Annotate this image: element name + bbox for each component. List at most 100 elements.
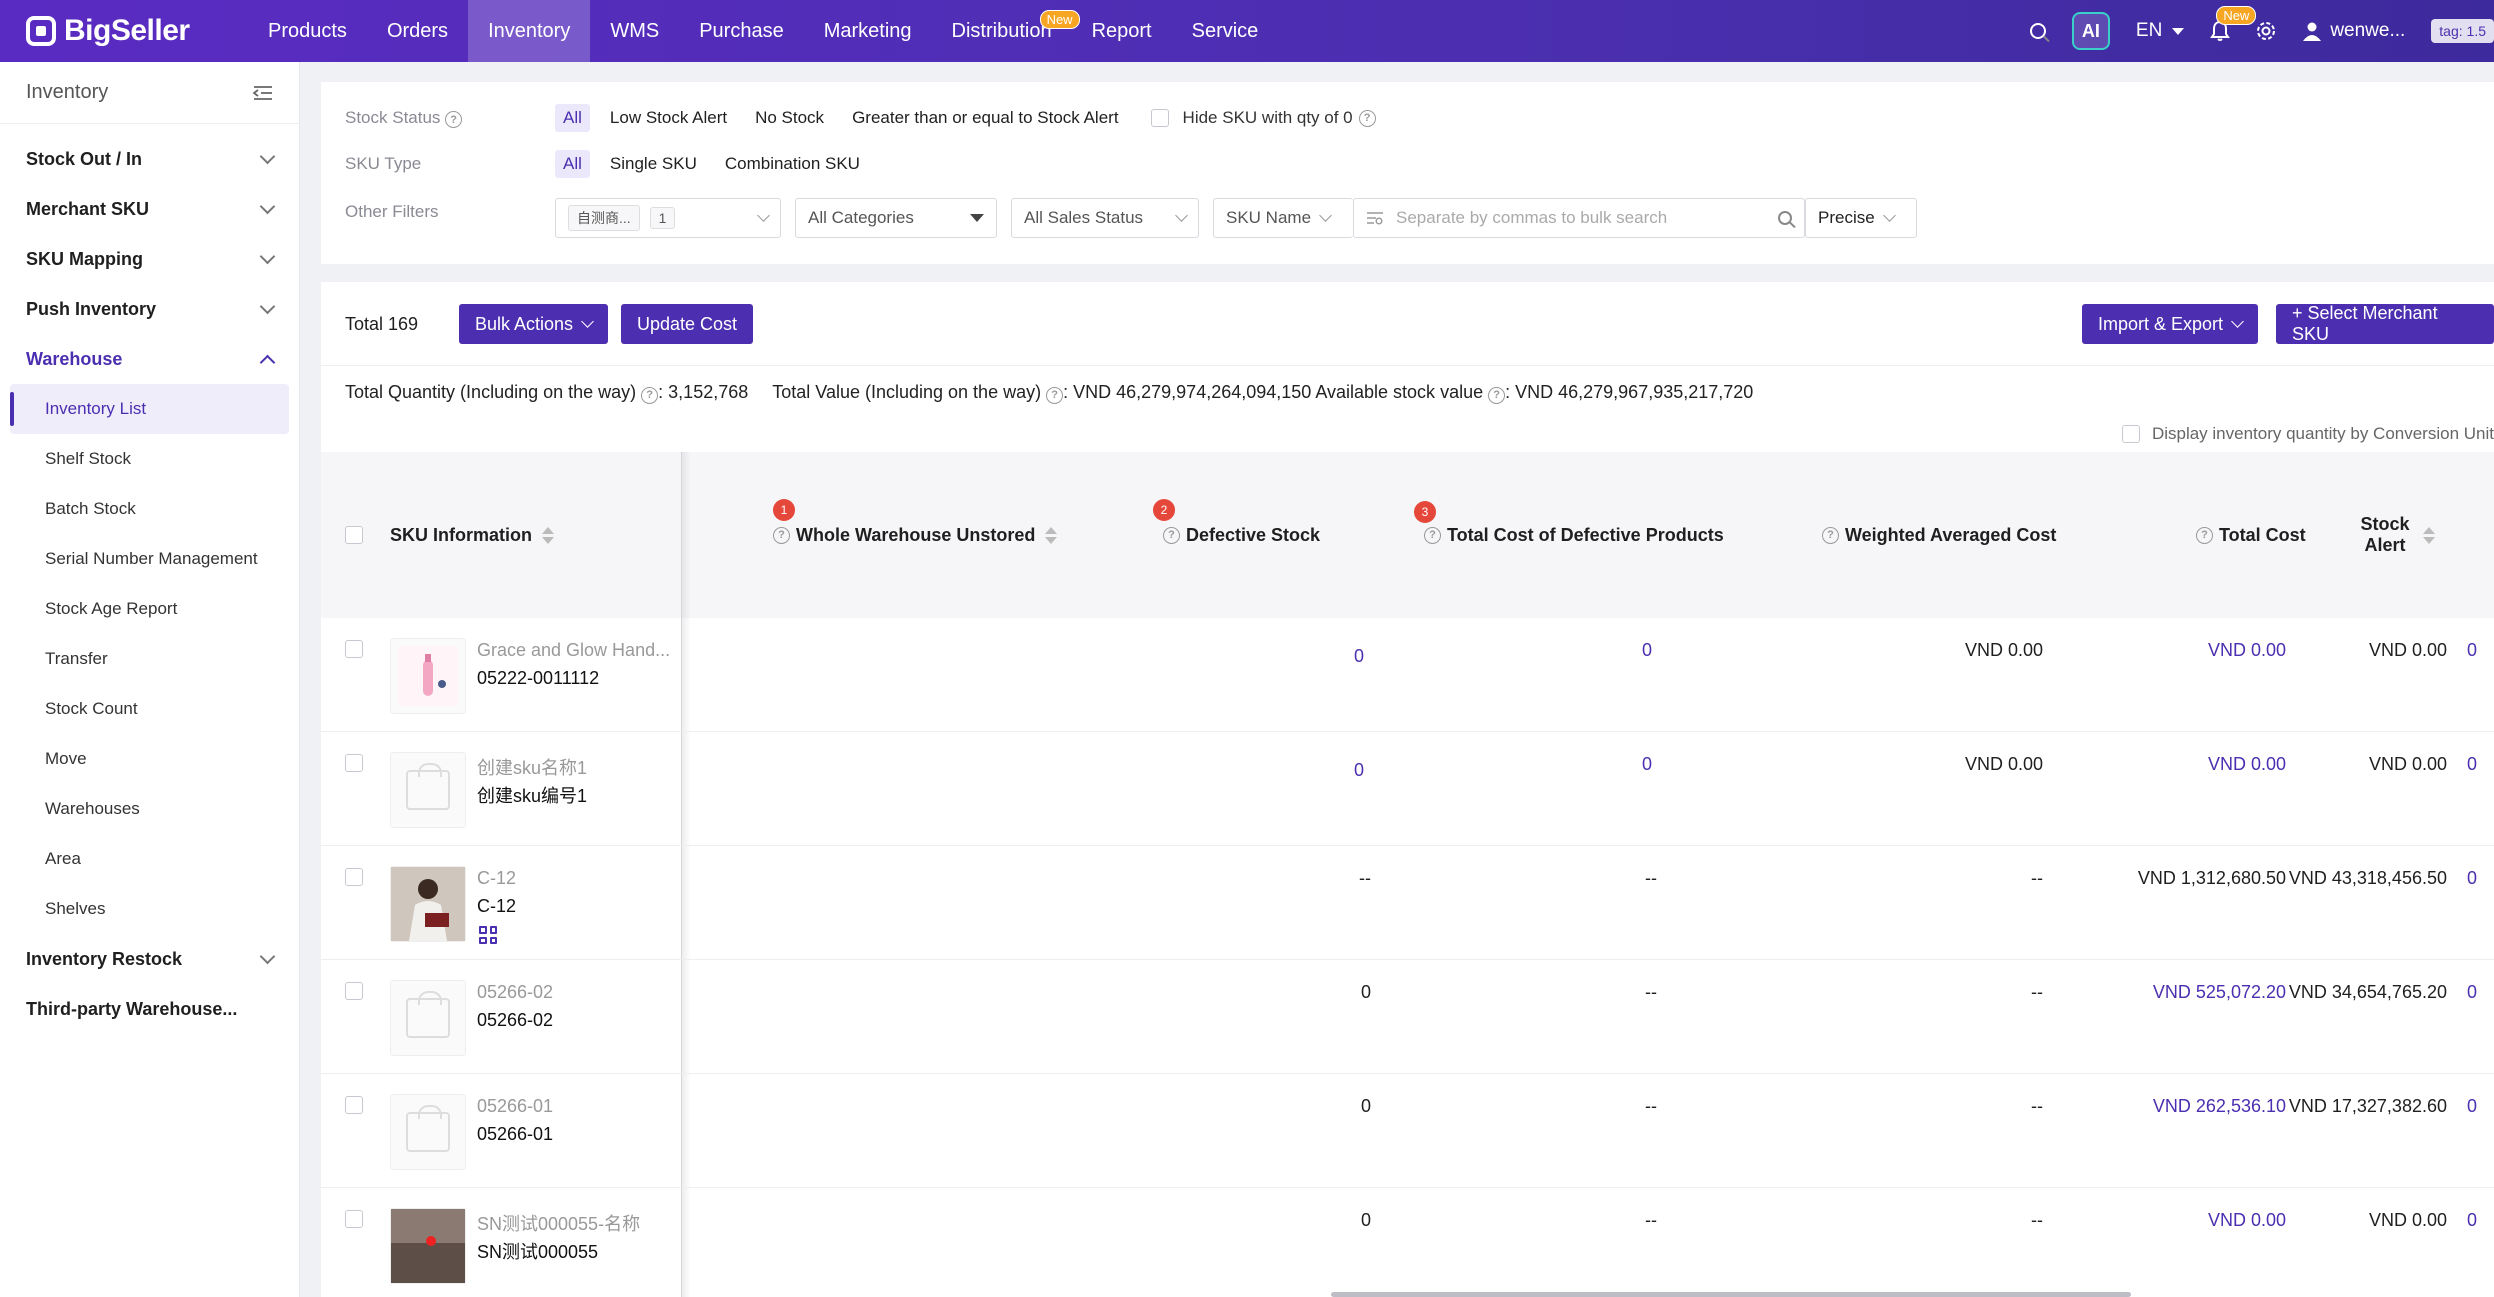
table-row[interactable]: SN测试000055-名称 SN测试000055 0 -- -- VND 0.0… — [321, 1188, 2494, 1297]
hide-zero-checkbox[interactable] — [1150, 109, 1169, 127]
sidebar-item-inventory-list[interactable]: Inventory List — [10, 384, 289, 434]
sidebar-item-move[interactable]: Move — [0, 734, 299, 784]
stock-alert-value[interactable]: 0 — [2421, 1210, 2477, 1231]
product-thumbnail[interactable] — [390, 980, 466, 1056]
header-total-cost[interactable]: ? Total Cost — [2196, 452, 2306, 618]
import-export-button[interactable]: Import & Export — [2082, 304, 2259, 344]
sku-name[interactable]: C-12 — [477, 868, 516, 889]
conversion-unit-checkbox[interactable] — [2121, 425, 2140, 443]
category-select[interactable]: All Categories — [795, 198, 997, 238]
sidebar-group-sku-mapping[interactable]: SKU Mapping — [0, 234, 299, 284]
table-row[interactable]: 05266-01 05266-01 0 -- -- VND 262,536.10… — [321, 1074, 2494, 1188]
search-icon[interactable] — [2029, 23, 2046, 39]
nav-products[interactable]: Products — [248, 0, 367, 62]
table-row[interactable]: 05266-02 05266-02 0 -- -- VND 525,072.20… — [321, 960, 2494, 1074]
sku-name[interactable]: SN测试000055-名称 — [477, 1210, 640, 1236]
sidebar-group-inventory-restock[interactable]: Inventory Restock — [0, 934, 299, 984]
help-icon[interactable]: ? — [1822, 526, 1839, 544]
product-thumbnail[interactable] — [390, 1208, 466, 1284]
row-checkbox[interactable] — [345, 1096, 363, 1114]
sku-type-combination[interactable]: Combination SKU — [717, 150, 868, 178]
row-checkbox[interactable] — [345, 982, 363, 1000]
sidebar-group-push-inventory[interactable]: Push Inventory — [0, 284, 299, 334]
warehouse-select[interactable]: 自测商... 1 — [555, 198, 781, 238]
table-row[interactable]: C-12 C-12 -- -- -- VND 1,312,680.50 VND … — [321, 846, 2494, 960]
collapse-menu-icon[interactable] — [253, 85, 273, 101]
unstored-value[interactable]: 0 — [1021, 760, 1364, 781]
row-checkbox[interactable] — [345, 868, 363, 886]
sales-status-select[interactable]: All Sales Status — [1011, 198, 1199, 238]
row-checkbox[interactable] — [345, 1210, 363, 1228]
stock-alert-value[interactable]: 0 — [2421, 754, 2477, 775]
help-icon[interactable]: ? — [1488, 386, 1506, 404]
product-thumbnail[interactable] — [390, 638, 466, 714]
help-icon[interactable]: ? — [2196, 526, 2213, 544]
weighted-cost-value[interactable]: VND 0.00 — [1971, 754, 2286, 775]
sort-icon[interactable] — [2423, 526, 2435, 544]
stock-alert-value[interactable]: 0 — [2421, 640, 2477, 661]
sidebar-item-serial-number-management[interactable]: Serial Number Management — [0, 534, 299, 584]
sidebar-item-stock-age-report[interactable]: Stock Age Report — [0, 584, 299, 634]
bulk-actions-button[interactable]: Bulk Actions — [459, 304, 609, 344]
help-icon[interactable]: ? — [1046, 386, 1064, 404]
help-icon[interactable]: ? — [1163, 526, 1180, 544]
product-thumbnail[interactable] — [390, 866, 466, 942]
header-weighted-averaged-cost[interactable]: ? Weighted Averaged Cost — [1822, 452, 2056, 618]
combination-sku-icon[interactable] — [479, 926, 497, 944]
help-icon[interactable]: ? — [445, 111, 463, 129]
nav-inventory[interactable]: Inventory — [468, 0, 591, 62]
help-icon[interactable]: ? — [641, 386, 659, 404]
sort-icon[interactable] — [1045, 526, 1058, 544]
header-stock-alert[interactable]: Stock Alert — [2357, 452, 2437, 618]
conversion-unit-toggle[interactable]: Display inventory quantity by Conversion… — [2121, 424, 2494, 444]
stock-status-all[interactable]: All — [555, 104, 590, 132]
sidebar-item-shelves[interactable]: Shelves — [0, 884, 299, 934]
settings-gear-icon[interactable] — [2256, 21, 2276, 41]
sku-search-input[interactable]: Separate by commas to bulk search — [1353, 198, 1805, 238]
sidebar-item-transfer[interactable]: Transfer — [0, 634, 299, 684]
bigseller-logo[interactable]: BigSeller — [26, 14, 216, 48]
sidebar-group-warehouse[interactable]: Warehouse — [0, 334, 299, 384]
sidebar-item-warehouses[interactable]: Warehouses — [0, 784, 299, 834]
ai-button[interactable]: AI — [2071, 12, 2110, 50]
nav-marketing[interactable]: Marketing — [804, 0, 932, 62]
stock-status-gte-alert[interactable]: Greater than or equal to Stock Alert — [844, 104, 1126, 132]
stock-alert-value[interactable]: 0 — [2421, 982, 2477, 1003]
stock-status-low-stock-alert[interactable]: Low Stock Alert — [602, 104, 735, 132]
stock-status-no-stock[interactable]: No Stock — [747, 104, 832, 132]
stock-alert-value[interactable]: 0 — [2421, 868, 2477, 889]
sidebar-item-batch-stock[interactable]: Batch Stock — [0, 484, 299, 534]
table-row[interactable]: Grace and Glow Hand... 05222-0011112 0 0… — [321, 618, 2494, 732]
header-defective-stock[interactable]: 2 ? Defective Stock — [1153, 452, 1320, 618]
sidebar-group-third-party-warehouse[interactable]: Third-party Warehouse... — [0, 984, 299, 1034]
search-icon[interactable] — [1778, 211, 1792, 225]
row-checkbox[interactable] — [345, 754, 363, 772]
help-icon[interactable]: ? — [1358, 109, 1376, 127]
horizontal-scrollbar[interactable] — [1331, 1292, 2131, 1297]
sidebar-item-area[interactable]: Area — [0, 834, 299, 884]
sku-name[interactable]: 创建sku名称1 — [477, 754, 587, 780]
product-thumbnail[interactable] — [390, 752, 466, 828]
row-checkbox[interactable] — [345, 640, 363, 658]
help-icon[interactable]: ? — [773, 526, 790, 544]
nav-orders[interactable]: Orders — [367, 0, 468, 62]
table-row[interactable]: 创建sku名称1 创建sku编号1 0 0 VND 0.00 VND 0.00 … — [321, 732, 2494, 846]
stock-alert-value[interactable]: 0 — [2421, 1096, 2477, 1117]
sku-name[interactable]: Grace and Glow Hand... — [477, 640, 670, 661]
update-cost-button[interactable]: Update Cost — [621, 304, 754, 344]
sidebar-group-stock-out-in[interactable]: Stock Out / In — [0, 134, 299, 184]
nav-service[interactable]: Service — [1172, 0, 1279, 62]
sku-name[interactable]: 05266-01 — [477, 1096, 553, 1117]
match-mode-select[interactable]: Precise — [1805, 198, 1917, 238]
sku-type-single[interactable]: Single SKU — [602, 150, 705, 178]
language-selector[interactable]: EN — [2136, 20, 2185, 42]
sku-name[interactable]: 05266-02 — [477, 982, 553, 1003]
sidebar-group-merchant-sku[interactable]: Merchant SKU — [0, 184, 299, 234]
search-field-select[interactable]: SKU Name — [1213, 198, 1353, 238]
sidebar-item-shelf-stock[interactable]: Shelf Stock — [0, 434, 299, 484]
nav-distribution[interactable]: Distribution New — [932, 0, 1080, 62]
help-icon[interactable]: ? — [1424, 526, 1441, 544]
user-menu[interactable]: wenwe... — [2302, 20, 2405, 42]
select-merchant-sku-button[interactable]: + Select Merchant SKU — [2276, 303, 2494, 344]
unstored-value[interactable]: 0 — [1021, 646, 1364, 667]
